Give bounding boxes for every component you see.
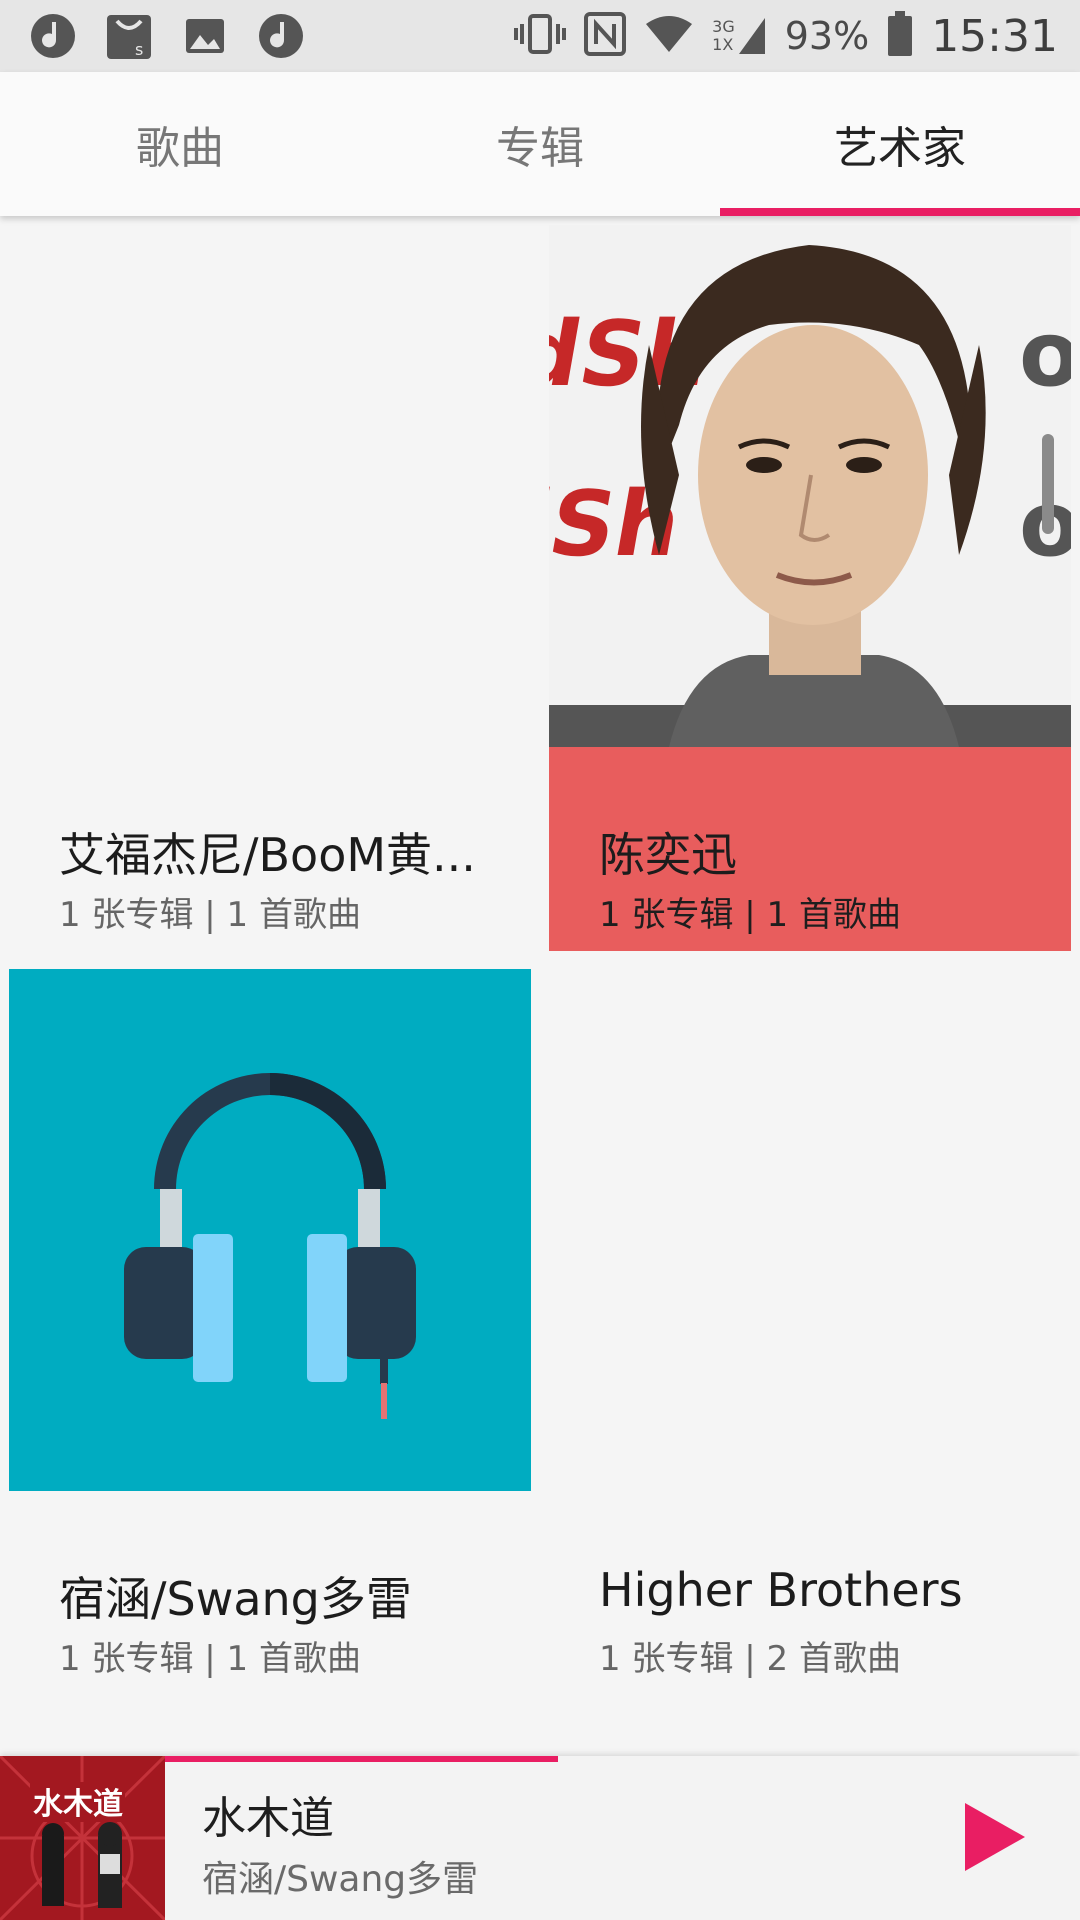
tab-songs[interactable]: 歌曲 xyxy=(0,72,360,216)
album-cover-title: 水木道 xyxy=(33,1787,123,1822)
music-note-icon xyxy=(256,10,306,62)
artist-info: 艾福杰尼/BooM黄... 1 张专辑 | 1 首歌曲 xyxy=(9,747,531,951)
artist-card[interactable]: 宿涵/Swang多雷 1 张专辑 | 1 首歌曲 xyxy=(9,969,531,1679)
vibrate-icon xyxy=(514,12,567,60)
shopping-bag-icon: s xyxy=(104,10,154,62)
artist-meta: 1 张专辑 | 2 首歌曲 xyxy=(599,1639,901,1679)
artist-info: 宿涵/Swang多雷 1 张专辑 | 1 首歌曲 xyxy=(9,1491,531,1695)
notification-icons: s xyxy=(28,10,306,62)
battery-percent: 93% xyxy=(784,14,870,58)
tab-albums[interactable]: 专辑 xyxy=(360,72,720,216)
system-status: 3G 1X 93% 15:31 xyxy=(514,6,1058,66)
artist-name: 陈奕迅 xyxy=(599,828,737,882)
artist-meta: 1 张专辑 | 1 首歌曲 xyxy=(599,895,901,935)
now-playing-bar[interactable]: 水木道 水木道 宿涵/Swang多雷 xyxy=(0,1756,1080,1920)
play-icon xyxy=(965,1803,1025,1871)
play-button[interactable] xyxy=(950,1792,1040,1882)
wifi-icon xyxy=(644,14,694,58)
artist-grid: 艾福杰尼/BooM黄... 1 张专辑 | 1 首歌曲 dSh dSh ov o… xyxy=(0,216,1080,1756)
artist-info: 陈奕迅 1 张专辑 | 1 首歌曲 xyxy=(549,747,1071,951)
headphones-icon xyxy=(9,969,531,1491)
scrollbar-thumb[interactable] xyxy=(1042,434,1054,534)
artist-photo: dSh dSh ov ov xyxy=(549,225,1071,747)
artist-name: Higher Brothers xyxy=(599,1563,963,1617)
network-type-bottom: 1X xyxy=(712,35,734,54)
artist-meta: 1 张专辑 | 1 首歌曲 xyxy=(59,1639,361,1679)
active-tab-indicator xyxy=(720,208,1080,216)
now-playing-artist: 宿涵/Swang多雷 xyxy=(202,1859,479,1900)
network-type-top: 3G xyxy=(712,17,735,36)
nfc-icon xyxy=(584,12,627,60)
battery-icon xyxy=(887,11,913,61)
clock: 15:31 xyxy=(931,10,1058,62)
artist-meta: 1 张专辑 | 1 首歌曲 xyxy=(59,895,361,935)
album-cover[interactable]: 水木道 xyxy=(0,1756,165,1920)
tab-artists[interactable]: 艺术家 xyxy=(720,72,1080,216)
artist-name: 艾福杰尼/BooM黄... xyxy=(59,828,476,882)
artist-artwork-placeholder xyxy=(549,969,1071,1491)
svg-text:s: s xyxy=(135,40,143,59)
artist-card[interactable]: Higher Brothers 1 张专辑 | 2 首歌曲 xyxy=(549,969,1071,1679)
artist-info: Higher Brothers 1 张专辑 | 2 首歌曲 xyxy=(549,1491,1071,1695)
music-note-icon xyxy=(28,10,78,62)
signal-icon: 3G 1X xyxy=(712,16,767,56)
artist-card[interactable]: dSh dSh ov ov 陈奕迅 1 张专辑 | 1 首歌 xyxy=(549,225,1071,951)
now-playing-title: 水木道 xyxy=(202,1793,334,1844)
svg-text:ov: ov xyxy=(1019,302,1071,407)
playback-progress xyxy=(165,1756,558,1762)
artist-card[interactable]: 艾福杰尼/BooM黄... 1 张专辑 | 1 首歌曲 xyxy=(9,225,531,935)
status-bar: s 3G 1X 93% 15:31 xyxy=(0,0,1080,72)
artist-artwork-placeholder xyxy=(9,225,531,747)
artist-name: 宿涵/Swang多雷 xyxy=(59,1572,412,1626)
tab-bar: 歌曲 专辑 艺术家 xyxy=(0,72,1080,216)
image-icon xyxy=(180,10,230,62)
